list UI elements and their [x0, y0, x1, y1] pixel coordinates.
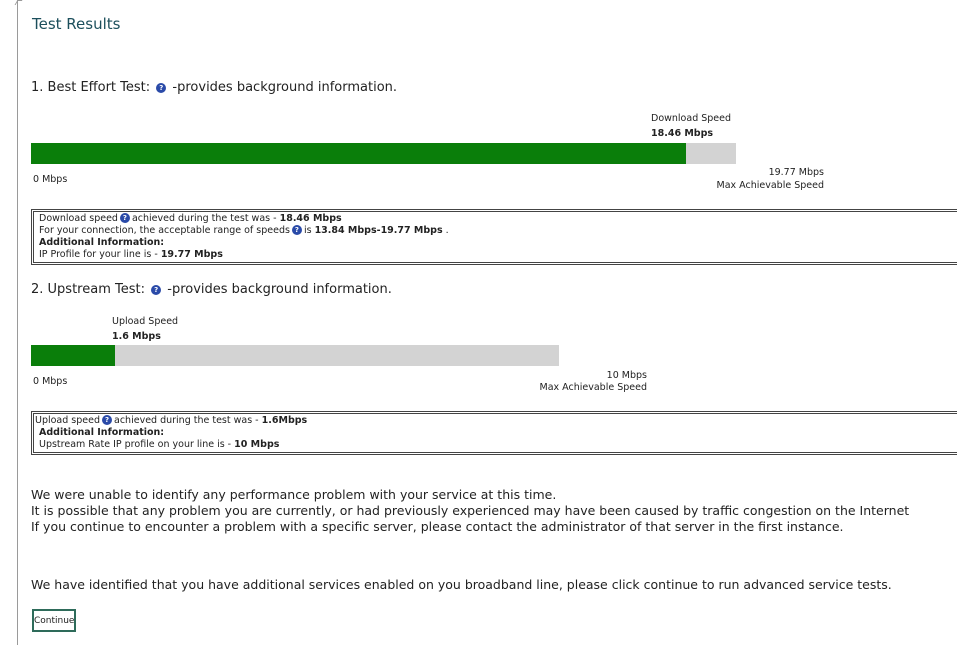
upstream-heading: 2. Upstream Test: ? -provides background… — [31, 282, 392, 297]
download-max-value: 19.77 Mbps — [768, 167, 824, 178]
download-info-range-value: 13.84 Mbps-19.77 Mbps — [314, 225, 443, 236]
download-info-additional: Additional Information: — [39, 237, 165, 248]
download-info-profile-label: IP Profile for your line is - — [39, 249, 158, 260]
best-effort-heading-desc: -provides background information. — [172, 80, 398, 95]
download-speed-value: 18.46 Mbps — [651, 128, 714, 139]
upload-info-profile: Upstream Rate IP profile on your line is… — [35, 439, 957, 451]
additional-services-message: We have identified that you have additio… — [31, 577, 892, 592]
download-info-box: Download speed? achieved during the test … — [31, 209, 957, 265]
upstream-heading-desc: -provides background information. — [167, 282, 392, 297]
upstream-heading-label: 2. Upstream Test: — [31, 282, 145, 297]
download-progress-fill — [31, 143, 686, 164]
best-effort-heading-label: 1. Best Effort Test: — [31, 80, 151, 95]
download-info-speed-value: 18.46 Mbps — [279, 213, 342, 224]
upload-info-speed-label: Upload speed — [35, 415, 101, 426]
download-info-speed-mid: achieved during the test was - — [131, 213, 277, 224]
help-icon[interactable]: ? — [102, 415, 113, 425]
upload-speed-label: Upload Speed — [112, 316, 179, 327]
message-line-3: If you continue to encounter a problem w… — [31, 519, 844, 534]
upload-min-label: 0 Mbps — [33, 376, 68, 387]
download-info-range: For your connection, the acceptable rang… — [39, 225, 957, 237]
download-max-label: Max Achievable Speed — [716, 180, 824, 191]
upload-info-box: Upload speed? achieved during the test wa… — [31, 411, 957, 455]
download-progress-bar — [31, 143, 736, 164]
upload-info-additional: Additional Information: — [39, 427, 165, 438]
help-icon[interactable]: ? — [156, 83, 167, 93]
upload-info-profile-value: 10 Mbps — [234, 439, 280, 450]
upload-progress-fill — [31, 345, 116, 366]
download-info-range-mid: is — [303, 225, 312, 236]
upload-max-label: Max Achievable Speed — [539, 382, 647, 393]
left-border-line — [17, 0, 18, 645]
download-speed-label: Download Speed — [651, 113, 732, 124]
message-line-1: We were unable to identify any performan… — [31, 487, 557, 502]
help-icon[interactable]: ? — [291, 225, 302, 235]
help-icon[interactable]: ? — [119, 213, 130, 223]
message-line-2: It is possible that any problem you are … — [31, 503, 910, 518]
download-info-range-label: For your connection, the acceptable rang… — [39, 225, 290, 236]
download-info-profile: IP Profile for your line is - 19.77 Mbps — [39, 249, 957, 261]
upload-info-profile-label: Upstream Rate IP profile on your line is… — [39, 439, 232, 450]
download-info-range-end: . — [445, 225, 449, 236]
best-effort-heading: 1. Best Effort Test: ? -provides backgro… — [31, 80, 397, 95]
upload-info-speed-value: 1.6Mbps — [261, 415, 308, 426]
continue-button[interactable]: Continue — [32, 609, 76, 632]
upload-max-value: 10 Mbps — [606, 370, 647, 381]
upload-progress-bar — [31, 345, 559, 366]
upload-info-speed: Upload speed? achieved during the test wa… — [35, 415, 957, 427]
download-info-profile-value: 19.77 Mbps — [160, 249, 223, 260]
download-min-label: 0 Mbps — [33, 174, 68, 185]
download-info-speed-label: Download speed — [39, 213, 118, 224]
help-icon[interactable]: ? — [151, 285, 162, 295]
corner-mark — [14, 0, 23, 5]
upload-speed-value: 1.6 Mbps — [112, 331, 161, 342]
page-title: Test Results — [32, 15, 121, 33]
upload-info-speed-mid: achieved during the test was - — [114, 415, 259, 426]
download-info-speed: Download speed? achieved during the test … — [39, 213, 957, 225]
